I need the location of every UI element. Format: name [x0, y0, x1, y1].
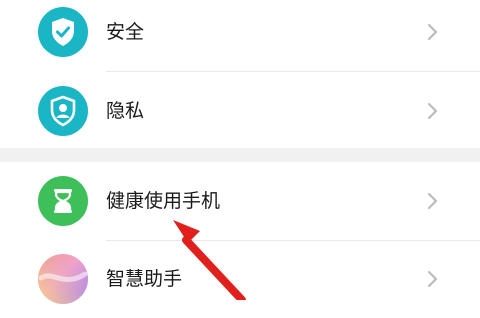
settings-item-label: 安全 — [106, 21, 145, 43]
gradient-orb-icon — [38, 254, 88, 304]
person-shield-icon — [38, 86, 88, 136]
chevron-right-icon — [428, 271, 437, 287]
settings-item-label: 健康使用手机 — [106, 190, 221, 212]
chevron-right-icon — [428, 193, 437, 209]
settings-item-label: 智慧助手 — [106, 268, 183, 290]
hourglass-icon — [38, 176, 88, 226]
settings-item-smart-assistant[interactable]: 智慧助手 — [0, 240, 480, 318]
shield-check-icon — [38, 7, 88, 57]
settings-item-security[interactable]: 安全 — [0, 0, 480, 71]
settings-item-label: 隐私 — [106, 100, 145, 122]
chevron-right-icon — [428, 24, 437, 40]
settings-item-digital-balance[interactable]: 健康使用手机 — [0, 162, 480, 240]
section-gap — [0, 148, 480, 162]
settings-group-bottom: 健康使用手机 智慧助手 — [0, 162, 480, 304]
chevron-right-icon — [428, 103, 437, 119]
settings-group-top: 安全 隐私 — [0, 0, 480, 148]
settings-item-privacy[interactable]: 隐私 — [0, 72, 480, 150]
